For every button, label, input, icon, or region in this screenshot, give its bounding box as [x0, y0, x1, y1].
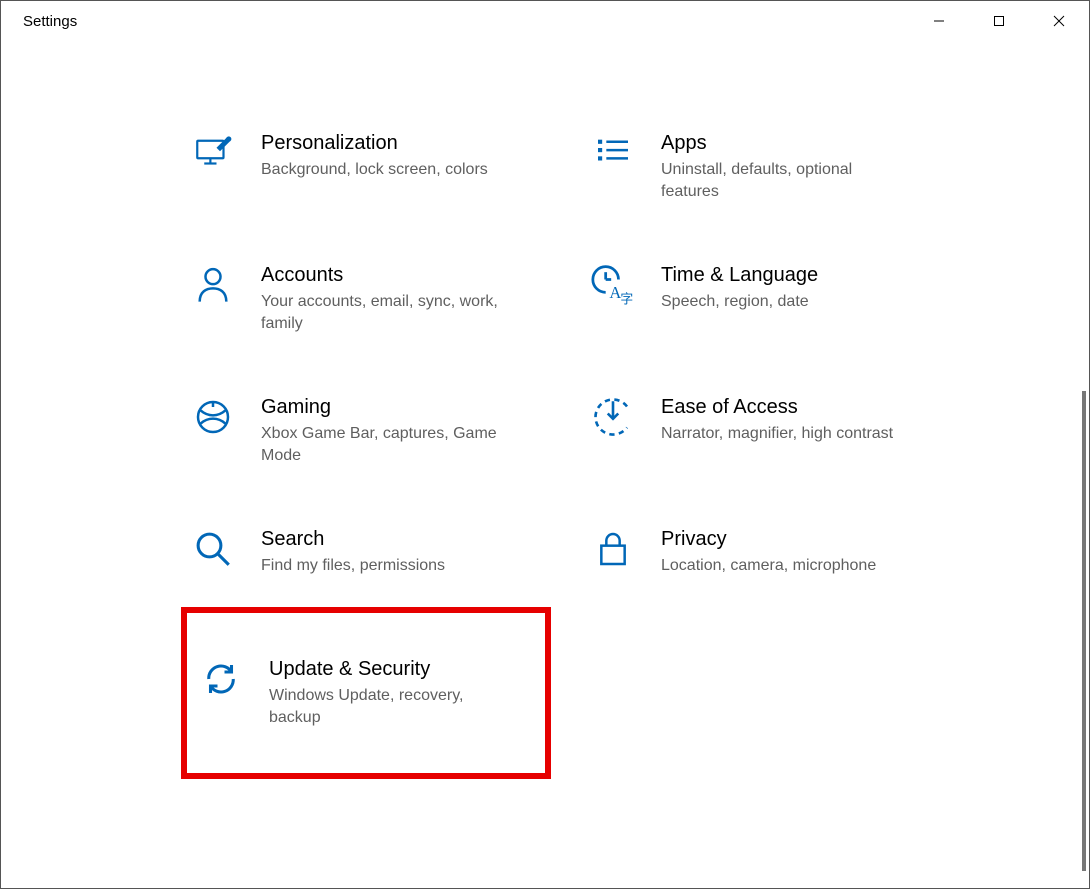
tile-accounts[interactable]: Accounts Your accounts, email, sync, wor…	[181, 233, 551, 365]
search-icon	[191, 527, 235, 571]
tile-desc: Uninstall, defaults, optional features	[661, 159, 901, 203]
tile-desc: Xbox Game Bar, captures, Game Mode	[261, 423, 501, 467]
personalization-icon	[191, 131, 235, 175]
tile-search[interactable]: Search Find my files, permissions	[181, 497, 551, 607]
tile-desc: Location, camera, microphone	[661, 555, 901, 577]
tile-update-security[interactable]: Update & Security Windows Update, recove…	[181, 607, 551, 779]
gaming-icon	[191, 395, 235, 439]
tile-title: Personalization	[261, 131, 541, 155]
tile-desc: Background, lock screen, colors	[261, 159, 501, 181]
accounts-icon	[191, 263, 235, 307]
update-security-icon	[199, 657, 243, 701]
tile-personalization[interactable]: Personalization Background, lock screen,…	[181, 101, 551, 233]
tile-desc: Narrator, magnifier, high contrast	[661, 423, 901, 445]
tile-desc: Speech, region, date	[661, 291, 901, 313]
apps-icon	[591, 131, 635, 175]
svg-text:字: 字	[620, 292, 633, 306]
tile-desc: Find my files, permissions	[261, 555, 501, 577]
tile-desc: Windows Update, recovery, backup	[269, 685, 509, 729]
settings-content: Personalization Background, lock screen,…	[1, 101, 1089, 888]
window-title: Settings	[23, 13, 77, 30]
settings-grid: Personalization Background, lock screen,…	[181, 101, 1029, 779]
tile-title: Gaming	[261, 395, 541, 419]
tile-time-language[interactable]: A 字 Time & Language Speech, region, date	[581, 233, 951, 365]
time-language-icon: A 字	[591, 263, 635, 307]
tile-ease-of-access[interactable]: Ease of Access Narrator, magnifier, high…	[581, 365, 951, 497]
tile-apps[interactable]: Apps Uninstall, defaults, optional featu…	[581, 101, 951, 233]
settings-window: Settings	[0, 0, 1090, 889]
window-controls	[909, 1, 1089, 41]
close-button[interactable]	[1029, 1, 1089, 41]
titlebar: Settings	[1, 1, 1089, 41]
tile-title: Apps	[661, 131, 941, 155]
tile-title: Accounts	[261, 263, 541, 287]
tile-title: Time & Language	[661, 263, 941, 287]
maximize-button[interactable]	[969, 1, 1029, 41]
tile-desc: Your accounts, email, sync, work, family	[261, 291, 501, 335]
tile-title: Update & Security	[269, 657, 541, 681]
tile-title: Ease of Access	[661, 395, 941, 419]
tile-gaming[interactable]: Gaming Xbox Game Bar, captures, Game Mod…	[181, 365, 551, 497]
ease-of-access-icon	[591, 395, 635, 439]
tile-title: Search	[261, 527, 541, 551]
privacy-icon	[591, 527, 635, 571]
scrollbar-thumb[interactable]	[1082, 391, 1086, 871]
tile-title: Privacy	[661, 527, 941, 551]
scrollbar[interactable]	[1075, 41, 1089, 888]
minimize-button[interactable]	[909, 1, 969, 41]
tile-privacy[interactable]: Privacy Location, camera, microphone	[581, 497, 951, 607]
